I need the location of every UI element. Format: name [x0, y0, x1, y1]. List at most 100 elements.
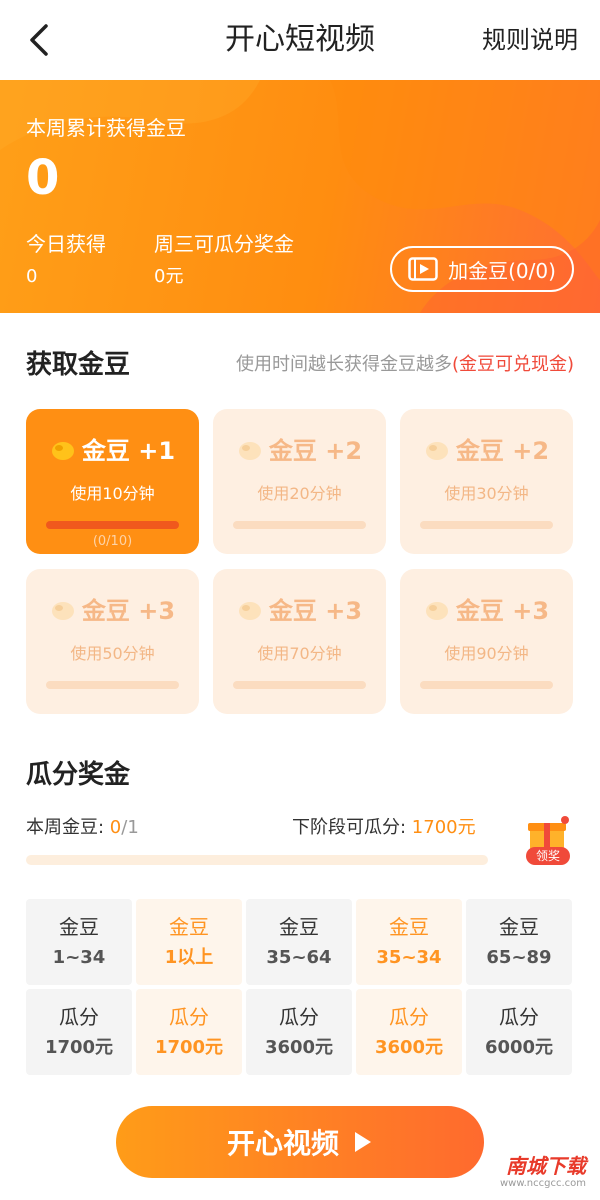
watermark: 南城下载 www.nccgcc.com	[500, 1154, 586, 1190]
earn-card[interactable]: 金豆 +3 使用70分钟	[213, 569, 386, 714]
earn-card-reward-text: 金豆 +3	[455, 597, 550, 625]
next-stage-info: 下阶段可瓜分: 1700元	[292, 815, 476, 841]
prize-table-cell: 瓜分 6000元	[466, 989, 572, 1075]
prize-table-cell: 金豆 1~34	[26, 899, 132, 985]
prize-cell-value: 35~64	[266, 947, 332, 968]
prize-cell-value: 1以上	[164, 947, 214, 968]
earn-card-reward: 金豆 +1	[26, 435, 199, 467]
play-videos-button[interactable]: 开心视频	[116, 1106, 484, 1178]
earn-card[interactable]: 金豆 +2 使用30分钟	[400, 409, 573, 554]
earn-card-reward: 金豆 +2	[213, 435, 386, 467]
earn-card[interactable]: 金豆 +3 使用90分钟	[400, 569, 573, 714]
week-beans-label: 本周金豆:	[26, 817, 110, 838]
prize-cell-value: 1700元	[44, 1037, 114, 1058]
top-nav: 开心短视频 规则说明	[0, 0, 600, 80]
prize-cell-value: 35~34	[376, 947, 442, 968]
prize-cell-value: 1700元	[154, 1037, 224, 1058]
earn-card[interactable]: 金豆 +1 使用10分钟 (0/10)	[26, 409, 199, 554]
rules-link[interactable]: 规则说明	[482, 22, 578, 58]
earn-card-progress-bar	[233, 521, 366, 529]
prize-cell-label: 瓜分	[499, 1005, 539, 1029]
gold-bean-icon	[238, 602, 261, 620]
weekly-beans-value: 0	[26, 150, 60, 206]
watermark-cn: 南城下载	[506, 1154, 586, 1178]
earn-card[interactable]: 金豆 +2 使用20分钟	[213, 409, 386, 554]
gold-bean-icon	[425, 442, 448, 460]
watermark-en: www.nccgcc.com	[499, 1178, 586, 1189]
prize-section-title: 瓜分奖金	[26, 760, 131, 790]
earn-card-progress-bar	[420, 521, 553, 529]
week-beans-current: 0	[109, 817, 122, 838]
prize-cell-label: 金豆	[389, 915, 429, 939]
wednesday-prize-value: 0元	[154, 266, 184, 287]
prize-table-cell: 金豆 1以上	[136, 899, 242, 985]
earn-hint-highlight: (金豆可兑现金)	[451, 354, 574, 375]
prize-table-cell: 金豆 35~64	[246, 899, 352, 985]
earn-card-reward: 金豆 +3	[213, 595, 386, 627]
today-value: 0	[26, 266, 38, 287]
earn-beans-section: 获取金豆 使用时间越长获得金豆越多(金豆可兑现金) 金豆 +1 使用10分钟 (0/…	[0, 313, 600, 733]
earn-card-duration: 使用50分钟	[70, 644, 155, 663]
next-stage-value: 1700元	[411, 817, 476, 838]
earn-card-duration: 使用70分钟	[257, 644, 342, 663]
earn-card-progress-bar	[46, 521, 179, 529]
earn-section-title: 获取金豆	[26, 350, 131, 380]
prize-table-cell: 金豆 65~89	[466, 899, 572, 985]
earn-card-progress-text: (0/10)	[92, 534, 133, 549]
play-videos-label: 开心视频	[226, 1127, 339, 1160]
claim-reward-button[interactable]: 领奖	[522, 815, 572, 867]
prize-cell-value: 65~89	[486, 947, 552, 968]
prize-cell-value: 3600元	[374, 1037, 444, 1058]
gold-bean-icon	[238, 442, 261, 460]
claim-label: 领奖	[526, 847, 570, 865]
earn-card-progress-bar	[233, 681, 366, 689]
prize-table-cell: 金豆 35~34	[356, 899, 462, 985]
weekly-beans-label: 本周累计获得金豆	[26, 116, 186, 140]
add-beans-button[interactable]: 加金豆(0/0)	[390, 246, 574, 292]
prize-table-cell: 瓜分 1700元	[136, 989, 242, 1075]
add-beans-label: 加金豆(0/0)	[448, 258, 556, 283]
earn-card[interactable]: 金豆 +3 使用50分钟	[26, 569, 199, 714]
earn-card-reward-text: 金豆 +2	[268, 437, 363, 465]
week-beans-progress: 本周金豆: 0/1	[26, 815, 139, 841]
prize-cell-label: 金豆	[59, 915, 99, 939]
week-progress-track	[26, 855, 488, 865]
prize-pool-section: 瓜分奖金 本周金豆: 0/1 下阶段可瓜分: 1700元 领奖 金豆 1~34 金豆…	[0, 733, 600, 1093]
next-stage-label: 下阶段可瓜分:	[292, 817, 412, 838]
prize-cell-value: 1~34	[52, 947, 106, 968]
prize-cell-label: 金豆	[279, 915, 319, 939]
prize-cell-label: 瓜分	[389, 1005, 429, 1029]
earn-card-duration: 使用10分钟	[70, 484, 155, 503]
prize-cell-label: 瓜分	[169, 1005, 209, 1029]
prize-table-cell: 瓜分 3600元	[356, 989, 462, 1075]
prize-cell-value: 6000元	[484, 1037, 554, 1058]
wednesday-prize-label: 周三可瓜分奖金	[154, 232, 294, 256]
earn-card-reward-text: 金豆 +3	[81, 597, 176, 625]
video-icon	[408, 257, 438, 281]
earn-card-reward-text: 金豆 +2	[455, 437, 550, 465]
week-beans-total: /1	[121, 817, 139, 838]
earn-card-duration: 使用90分钟	[444, 644, 529, 663]
earn-card-reward: 金豆 +2	[400, 435, 573, 467]
prize-cell-label: 金豆	[169, 915, 209, 939]
gold-bean-icon	[51, 602, 74, 620]
earn-card-progress-bar	[46, 681, 179, 689]
earn-card-duration: 使用30分钟	[444, 484, 529, 503]
gold-bean-icon	[51, 442, 74, 460]
prize-cell-label: 瓜分	[279, 1005, 319, 1029]
earn-card-reward: 金豆 +3	[26, 595, 199, 627]
earn-hint-text: 使用时间越长获得金豆越多	[235, 354, 452, 375]
prize-table-cell: 瓜分 1700元	[26, 989, 132, 1075]
prize-cell-value: 3600元	[264, 1037, 334, 1058]
earn-hint: 使用时间越长获得金豆越多(金豆可兑现金)	[236, 351, 574, 379]
earn-card-progress-bar	[420, 681, 553, 689]
earn-card-reward: 金豆 +3	[400, 595, 573, 627]
summary-banner: 本周累计获得金豆 0 今日获得 0 周三可瓜分奖金 0元 加金豆(0/0)	[0, 80, 600, 313]
prize-cell-label: 金豆	[499, 915, 539, 939]
prize-table-cell: 瓜分 3600元	[246, 989, 352, 1075]
gold-bean-icon	[425, 602, 448, 620]
bottom-bar: 开心视频 南城下载 www.nccgcc.com	[0, 1086, 600, 1200]
earn-card-duration: 使用20分钟	[257, 484, 342, 503]
prize-cell-label: 瓜分	[59, 1005, 99, 1029]
today-label: 今日获得	[26, 232, 106, 256]
